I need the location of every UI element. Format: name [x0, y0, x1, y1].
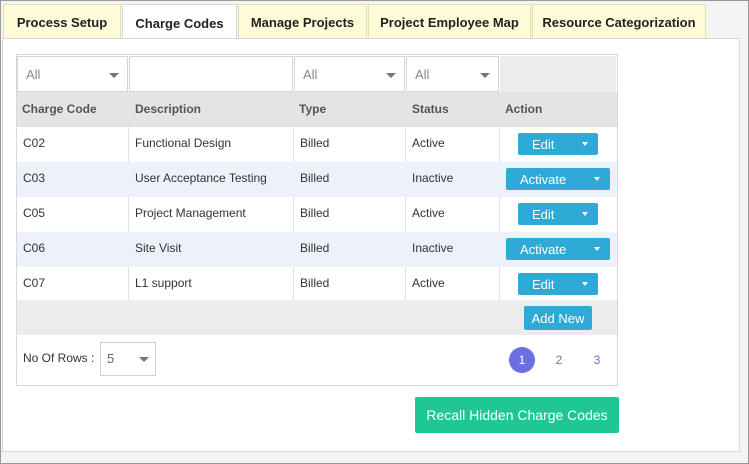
- tab-project-employee-map[interactable]: Project Employee Map: [368, 4, 531, 40]
- status-filter[interactable]: All: [406, 56, 499, 92]
- add-row-bar: Add New: [17, 300, 617, 335]
- status-filter-value: All: [415, 66, 430, 82]
- status-cell: Inactive: [412, 171, 454, 185]
- table-row: C02 Functional Design Billed Active Edit: [17, 127, 617, 162]
- chevron-down-icon: [139, 357, 149, 362]
- type-filter-value: All: [303, 66, 318, 82]
- edit-button[interactable]: Edit: [518, 203, 598, 225]
- type-cell: Billed: [300, 136, 330, 150]
- tab-charge-codes[interactable]: Charge Codes: [122, 4, 237, 41]
- table-row: C05 Project Management Billed Active Edi…: [17, 197, 617, 232]
- caret-down-icon: [582, 282, 588, 286]
- edit-button[interactable]: Edit: [518, 133, 598, 155]
- type-cell: Billed: [300, 276, 330, 290]
- description-cell: Functional Design: [135, 136, 232, 150]
- table-row: C03 User Acceptance Testing Billed Inact…: [17, 162, 617, 197]
- page-1-button[interactable]: 1: [509, 347, 535, 373]
- status-cell: Active: [412, 136, 445, 150]
- column-header-charge-code[interactable]: Charge Code: [22, 92, 97, 127]
- column-header-action: Action: [505, 102, 543, 116]
- recall-hidden-charge-codes-button[interactable]: Recall Hidden Charge Codes: [415, 397, 619, 433]
- button-label: Activate: [520, 241, 567, 257]
- tab-resource-categorization[interactable]: Resource Categorization: [532, 4, 706, 40]
- charge-code-cell: C06: [23, 241, 46, 255]
- description-filter-input[interactable]: [129, 56, 293, 92]
- status-cell: Inactive: [412, 241, 454, 255]
- chevron-down-icon: [386, 73, 396, 78]
- column-header-status[interactable]: Status: [412, 92, 449, 127]
- rows-per-page-select[interactable]: 5: [100, 342, 156, 376]
- charge-code-filter-value: All: [26, 66, 41, 82]
- page-3-button[interactable]: 3: [584, 347, 610, 373]
- type-cell: Billed: [300, 171, 330, 185]
- button-label: Edit: [532, 276, 555, 292]
- charge-code-cell: C07: [23, 276, 46, 290]
- column-header-type[interactable]: Type: [299, 92, 326, 127]
- activate-button[interactable]: Activate: [506, 168, 610, 190]
- description-cell: Site Visit: [135, 241, 182, 255]
- caret-down-icon: [594, 247, 600, 251]
- content-panel: All All All Charge Code Description Type…: [2, 38, 740, 452]
- column-header-description[interactable]: Description: [135, 92, 201, 127]
- tab-manage-projects[interactable]: Manage Projects: [238, 4, 367, 40]
- type-filter[interactable]: All: [294, 56, 405, 92]
- status-cell: Active: [412, 206, 445, 220]
- caret-down-icon: [582, 212, 588, 216]
- description-cell: User Acceptance Testing: [135, 171, 267, 185]
- edit-button[interactable]: Edit: [518, 273, 598, 295]
- charge-codes-grid: All All All Charge Code Description Type…: [16, 54, 618, 386]
- activate-button[interactable]: Activate: [506, 238, 610, 260]
- chevron-down-icon: [480, 73, 490, 78]
- charge-code-filter[interactable]: All: [17, 56, 128, 92]
- type-cell: Billed: [300, 206, 330, 220]
- charge-code-cell: C05: [23, 206, 46, 220]
- rows-per-page-value: 5: [107, 351, 115, 366]
- caret-down-icon: [594, 177, 600, 181]
- button-label: Edit: [532, 206, 555, 222]
- button-label: Edit: [532, 136, 555, 152]
- table-row: C07 L1 support Billed Active Edit: [17, 267, 617, 302]
- page-2-button[interactable]: 2: [546, 347, 572, 373]
- chevron-down-icon: [109, 73, 119, 78]
- add-new-button[interactable]: Add New: [524, 306, 592, 330]
- description-cell: L1 support: [135, 276, 192, 290]
- filter-spacer: [500, 56, 616, 92]
- rows-per-page-label: No Of Rows :: [23, 351, 95, 365]
- table-row: C06 Site Visit Billed Inactive Activate: [17, 232, 617, 267]
- caret-down-icon: [582, 142, 588, 146]
- description-cell: Project Management: [135, 206, 246, 220]
- charge-code-cell: C02: [23, 136, 46, 150]
- tab-process-setup[interactable]: Process Setup: [3, 4, 121, 40]
- type-cell: Billed: [300, 241, 330, 255]
- table-header: Charge Code Description Type Status Acti…: [17, 92, 617, 127]
- charge-code-cell: C03: [23, 171, 46, 185]
- button-label: Activate: [520, 171, 567, 187]
- status-cell: Active: [412, 276, 445, 290]
